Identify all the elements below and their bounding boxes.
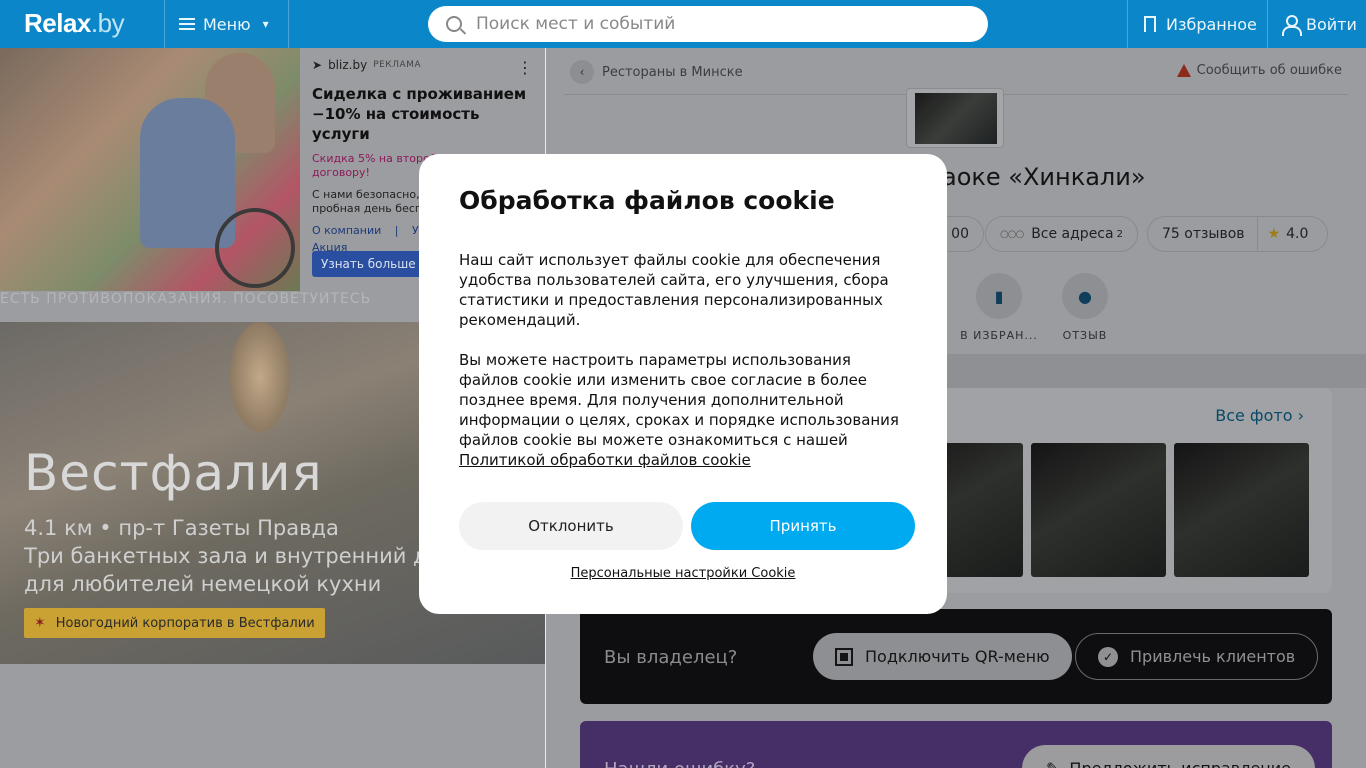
bookmark-icon xyxy=(1144,16,1156,32)
accept-button[interactable]: Принять xyxy=(691,502,915,550)
ad-source: ➤ bliz.by РЕКЛАМА xyxy=(312,58,533,72)
star-icon: ✶ xyxy=(34,615,46,631)
search-bar[interactable] xyxy=(428,6,988,42)
dots-icon: ○○○ xyxy=(1000,228,1024,240)
addresses-count: 2 xyxy=(1116,228,1123,240)
menu-button[interactable]: Меню ▾ xyxy=(164,0,289,48)
logo-suffix: .by xyxy=(90,8,125,38)
addresses-chip[interactable]: ○○○ Все адреса 2 xyxy=(985,216,1138,252)
owner-card: Вы владелец? Подключить QR-меню ✓ Привле… xyxy=(580,609,1332,704)
owner-question: Вы владелец? xyxy=(604,647,738,668)
cookie-policy-link[interactable]: Политикой обработки файлов cookie xyxy=(459,451,751,469)
kebab-menu-icon[interactable]: ⋮ xyxy=(517,58,533,77)
suggest-fix-card: Нашли ошибку? ✎ Предложить исправление xyxy=(580,721,1332,768)
addresses-label: Все адреса xyxy=(1031,226,1114,242)
bookmark-icon: ▮ xyxy=(976,273,1022,319)
suggest-fix-button[interactable]: ✎ Предложить исправление xyxy=(1022,745,1315,768)
star-icon: ★ xyxy=(1267,226,1281,242)
add-to-favorites-action[interactable]: ▮ В ИЗБРАН... xyxy=(959,273,1039,342)
ad-source-logo-icon: ➤ xyxy=(312,58,323,72)
ad-link-about[interactable]: О компании xyxy=(312,224,381,237)
rating-value: 4.0 xyxy=(1286,226,1309,242)
chevron-down-icon: ▾ xyxy=(262,17,269,31)
error-question: Нашли ошибку? xyxy=(604,759,755,768)
reviews-chip[interactable]: 75 отзывов ★ 4.0 xyxy=(1147,216,1328,252)
reviews-label: 75 отзывов xyxy=(1162,226,1245,242)
menu-label: Меню xyxy=(203,14,251,34)
pencil-icon: ✎ xyxy=(1046,759,1059,768)
ad-tag: РЕКЛАМА xyxy=(373,60,422,70)
cookie-text-1: Наш сайт использует файлы cookie для обе… xyxy=(459,251,889,329)
chevron-left-icon[interactable]: ‹ xyxy=(570,60,594,84)
cookie-dialog: Обработка файлов cookie Наш сайт использ… xyxy=(419,154,947,614)
place-logo[interactable] xyxy=(906,88,1004,148)
review-action[interactable]: ● ОТЗЫВ xyxy=(1045,273,1125,342)
top-header: Relax.by Меню ▾ Избранное Войти xyxy=(0,0,1366,48)
decline-button[interactable]: Отклонить xyxy=(459,502,683,550)
report-error-link[interactable]: Сообщить об ошибке xyxy=(1176,63,1342,78)
attract-clients-button[interactable]: ✓ Привлечь клиентов xyxy=(1075,633,1319,680)
ad-image[interactable] xyxy=(0,48,300,291)
favorites-label: Избранное xyxy=(1166,14,1257,34)
promo-subtitle: 4.1 км • пр-т Газеты Правда Три банкетны… xyxy=(24,516,428,596)
warning-icon xyxy=(1176,64,1191,77)
search-icon xyxy=(446,16,462,32)
favorites-button[interactable]: Избранное xyxy=(1127,0,1267,48)
connect-qr-menu-button[interactable]: Подключить QR-меню xyxy=(813,633,1072,680)
check-icon: ✓ xyxy=(1098,646,1118,667)
hamburger-icon xyxy=(179,18,195,30)
photo-thumbnail[interactable] xyxy=(1174,443,1309,577)
place-title: аоке «Хинкали» xyxy=(942,163,1146,191)
search-input[interactable] xyxy=(476,14,956,34)
all-photos-link[interactable]: Все фото › xyxy=(1215,406,1304,425)
user-icon xyxy=(1282,15,1302,36)
login-label: Войти xyxy=(1306,14,1357,34)
logo-main: Relax xyxy=(24,8,91,38)
login-button[interactable]: Войти xyxy=(1267,0,1366,48)
site-logo[interactable]: Relax.by xyxy=(24,8,125,39)
ad-title: Сиделка с проживанием −10% на стоимость … xyxy=(312,85,527,143)
breadcrumb-label[interactable]: Рестораны в Минске xyxy=(602,65,743,80)
chat-icon: ● xyxy=(1062,273,1108,319)
add-to-favorites-label: В ИЗБРАН... xyxy=(960,329,1038,342)
promo-badge-label: Новогодний корпоратив в Вестфалии xyxy=(55,615,315,631)
cookie-text-2: Вы можете настроить параметры использова… xyxy=(459,351,899,469)
cookie-title: Обработка файлов cookie xyxy=(459,186,835,215)
photo-thumbnail[interactable] xyxy=(1031,443,1166,577)
ad-source-name: bliz.by xyxy=(328,58,368,72)
qr-code-icon xyxy=(835,647,853,666)
chevron-right-icon: › xyxy=(1297,406,1304,425)
breadcrumb[interactable]: ‹ Рестораны в Минске xyxy=(570,60,743,84)
promo-title: Вестфалия xyxy=(24,444,323,502)
ad-disclaimer: ЕСТЬ ПРОТИВОПОКАЗАНИЯ. ПОСОВЕТУЙТЕСЬ xyxy=(0,291,372,307)
personal-cookie-settings-link[interactable]: Персональные настройки Cookie xyxy=(419,566,947,581)
report-error-label: Сообщить об ошибке xyxy=(1196,63,1342,78)
ad-cta-button[interactable]: Узнать больше xyxy=(312,251,425,277)
review-label: ОТЗЫВ xyxy=(1062,329,1108,342)
promo-badge[interactable]: ✶ Новогодний корпоратив в Вестфалии xyxy=(24,608,325,638)
